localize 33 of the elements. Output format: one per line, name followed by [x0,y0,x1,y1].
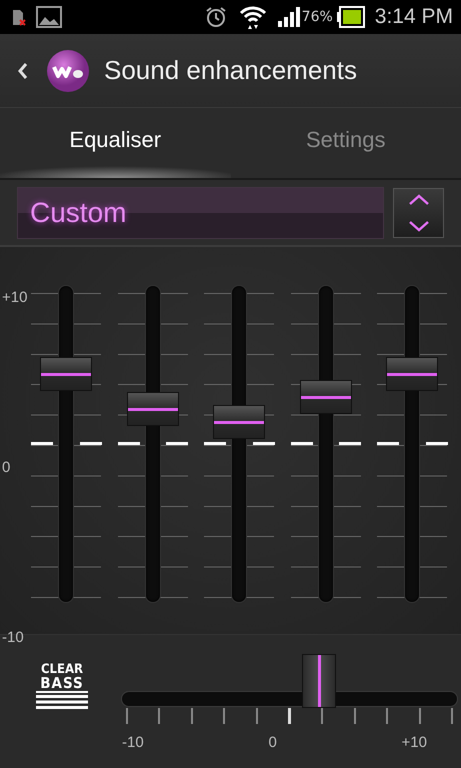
clock-time: 3:14 PM [374,5,453,29]
up-down-chevrons-icon [408,194,430,232]
clear-bass-logo: CLEAR BASS [36,663,88,715]
wifi-icon [238,4,268,30]
battery-percent: 76% [302,9,333,25]
scale-label: 0 [1,460,12,476]
alarm-clock-icon [204,5,228,29]
tab[interactable]: Settings [230,108,461,178]
battery-icon [336,6,365,28]
preset-stepper-button[interactable] [393,188,444,238]
scale-label: -10 [122,734,144,751]
bass-slider-thumb[interactable] [302,654,336,708]
scale-label: -10 [1,630,25,646]
band-slider-thumb[interactable] [386,357,438,392]
preset-selector[interactable]: Custom [17,186,384,238]
scale-label: 0 [268,734,277,751]
default-marker [290,442,361,445]
screen-title: Sound enhancements [104,55,357,86]
scale-label: +10 [1,290,28,306]
default-marker [377,442,448,445]
default-marker [118,442,188,445]
back-chevron-icon [18,62,28,80]
signal-icon [278,7,300,27]
sim-card-error-icon [12,7,26,27]
scale-label: +10 [402,734,427,751]
image-icon [36,6,62,28]
default-marker [204,442,274,445]
app-logo-icon [46,48,90,92]
band-slider-thumb[interactable] [213,404,266,439]
band-slider-thumb[interactable] [40,357,92,392]
band-slider-thumb[interactable] [300,380,352,414]
default-marker [31,442,102,445]
band-slider-thumb[interactable] [126,392,179,426]
